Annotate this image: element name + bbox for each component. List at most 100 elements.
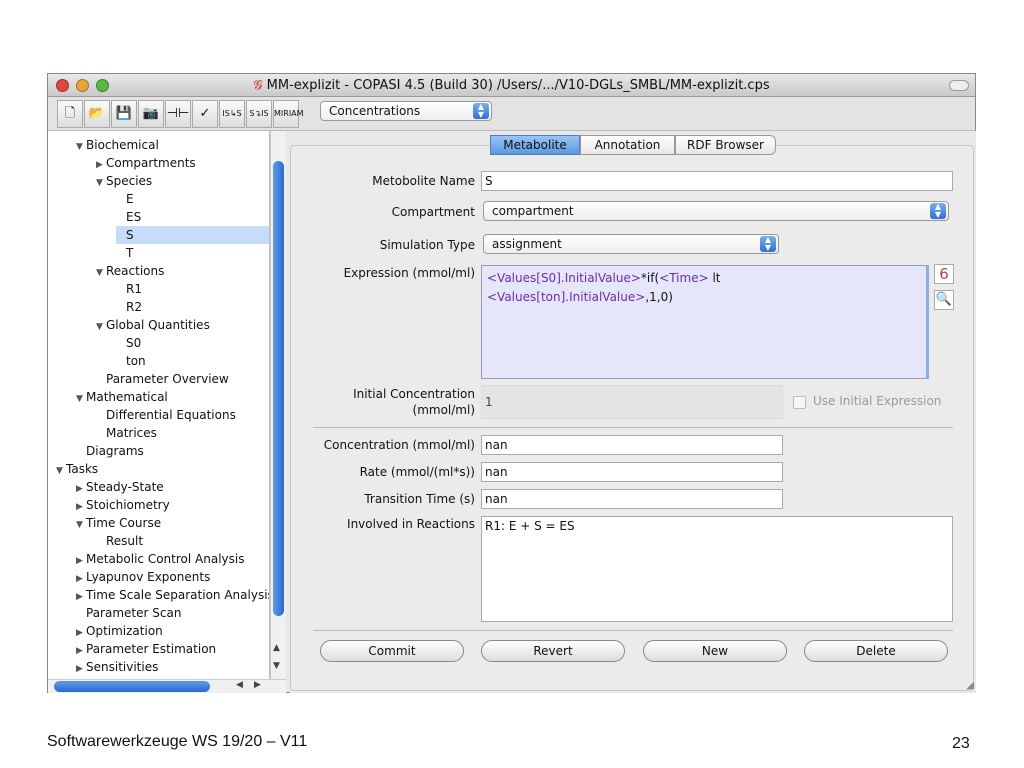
tree-item-label: T (126, 246, 134, 260)
tab-metabolite[interactable]: Metabolite (490, 135, 580, 155)
tree-item[interactable]: ▶ Stoichiometry (76, 496, 269, 514)
expr-token: <Values[S0].InitialValue> (487, 271, 641, 285)
tab-annotation[interactable]: Annotation (580, 135, 675, 155)
scroll-left-icon[interactable]: ◀ (236, 680, 243, 690)
is-to-s-icon[interactable]: IS↳S (219, 100, 245, 128)
tree-item[interactable]: ▶ Optimization (76, 622, 269, 640)
tree-item-label: Reactions (106, 264, 165, 278)
slide-footer: Softwarewerkzeuge WS 19/20 – V11 (47, 733, 308, 750)
new-file-icon[interactable]: 🗋 (57, 100, 83, 128)
slide-page-number: 23 (952, 735, 970, 752)
close-window-button[interactable] (56, 79, 69, 92)
zoom-window-button[interactable] (96, 79, 109, 92)
tree-item[interactable]: S0 (116, 334, 269, 352)
toolbar-toggle-button[interactable] (949, 80, 969, 91)
disclosure-down-icon[interactable]: ▼ (76, 516, 86, 534)
view-select-value: Concentrations (329, 104, 421, 118)
scroll-down-icon[interactable]: ▼ (273, 661, 280, 671)
tree-item[interactable]: Parameter Overview (96, 370, 269, 388)
tree-item[interactable]: ▼ Species (96, 172, 269, 192)
expr-token: <Values[ton].InitialValue> (487, 290, 646, 304)
tree-item-label: Matrices (106, 426, 157, 440)
miriam-icon[interactable]: MIRIAM (273, 100, 304, 128)
tree-item[interactable]: R2 (116, 298, 269, 316)
metabolite-name-label: Metobolite Name (372, 174, 475, 188)
concentration-input[interactable]: nan (481, 435, 783, 455)
magnifier-icon[interactable]: 🔍 (934, 290, 954, 310)
tree-item[interactable]: T (116, 244, 269, 262)
tree-item[interactable]: ▼ Tasks (56, 460, 269, 480)
disclosure-down-icon[interactable]: ▼ (96, 174, 106, 192)
tree-item[interactable]: ▼ Time Course (76, 514, 269, 534)
initial-concentration-input: 1 (481, 385, 783, 419)
tree-item[interactable]: ▼ Mathematical (76, 388, 269, 408)
select-arrows-icon: ▲ ▼ (760, 236, 776, 252)
tree-item-label: E (126, 192, 134, 206)
tree-item[interactable]: ▶ Lyapunov Exponents (76, 568, 269, 586)
rate-input[interactable]: nan (481, 462, 783, 482)
revert-button[interactable]: Revert (481, 640, 625, 662)
select-arrows-icon: ▲ ▼ (930, 203, 946, 219)
tree-item[interactable]: S (116, 226, 269, 244)
tree-item[interactable]: E (116, 190, 269, 208)
toolbar: 🗋 📂 💾 📷 ⊣⊢ ✓ IS↳S S↴IS MIRIAM Concentrations ▲ ▼ (48, 97, 975, 131)
tree-item[interactable]: ▶ Compartments (96, 154, 269, 172)
hscroll-thumb[interactable] (54, 681, 210, 692)
transition-time-input[interactable]: nan (481, 489, 783, 509)
expression-label: Expression (mmol/ml) (343, 266, 475, 280)
metabolite-name-input[interactable]: S (481, 171, 953, 191)
tree-item-label: Differential Equations (106, 408, 236, 422)
disclosure-down-icon[interactable]: ▼ (76, 390, 86, 408)
disclosure-right-icon[interactable]: ▶ (76, 660, 86, 678)
tree-item-label: Compartments (106, 156, 196, 170)
tree-item[interactable]: ton (116, 352, 269, 370)
expression-object-browser-icon[interactable]: 6 (934, 264, 954, 284)
open-folder-icon[interactable]: 📂 (84, 100, 110, 128)
initial-concentration-label: Initial Concentration (mmol/ml) (275, 386, 475, 418)
tree-item-label: ES (126, 210, 142, 224)
simulation-type-select[interactable]: assignment ▲ ▼ (483, 234, 779, 254)
tree-item[interactable]: ▼ Reactions (96, 262, 269, 282)
save-icon[interactable]: 💾 (111, 100, 137, 128)
view-select[interactable]: Concentrations ▲ ▼ (320, 101, 492, 121)
disclosure-down-icon[interactable]: ▼ (96, 318, 106, 336)
tree-horizontal-scrollbar[interactable]: ◀ ▶ (48, 679, 286, 693)
s-to-is-icon[interactable]: S↴IS (246, 100, 272, 128)
resize-grip-icon[interactable]: ◢ (966, 680, 974, 691)
circuit-icon[interactable]: ⊣⊢ (165, 100, 191, 128)
compartment-select[interactable]: compartment ▲ ▼ (483, 201, 949, 221)
tree-item[interactable]: Diagrams (76, 442, 269, 460)
minimize-window-button[interactable] (76, 79, 89, 92)
delete-button[interactable]: Delete (804, 640, 948, 662)
use-initial-expression-checkbox[interactable] (793, 396, 806, 409)
expression-editor[interactable]: <Values[S0].InitialValue>*if(<Time> lt <… (481, 265, 929, 379)
disclosure-down-icon[interactable]: ▼ (96, 264, 106, 282)
scroll-right-icon[interactable]: ▶ (254, 680, 261, 690)
tree-item[interactable]: ▶ Metabolic Control Analysis (76, 550, 269, 568)
tree-item[interactable]: Result (96, 532, 269, 550)
disclosure-down-icon[interactable]: ▼ (56, 462, 66, 480)
tree-item[interactable]: ▼ Global Quantities (96, 316, 269, 336)
check-icon[interactable]: ✓ (192, 100, 218, 128)
tree-item[interactable]: ▶ Sensitivities (76, 658, 269, 678)
window-title: MM-explizit - COPASI 4.5 (Build 30) /Use… (266, 78, 770, 93)
tree-item[interactable]: Parameter Scan (76, 604, 269, 622)
scroll-up-icon[interactable]: ▲ (273, 643, 280, 653)
tree-item[interactable]: Differential Equations (96, 406, 269, 424)
camera-icon[interactable]: 📷 (138, 100, 164, 128)
tree-item[interactable]: ▶ Time Scale Separation Analysis (76, 586, 269, 604)
tree-item-label: S (126, 228, 134, 242)
tree-item[interactable]: ▶ Steady-State (76, 478, 269, 496)
involved-reactions-list[interactable]: R1: E + S = ES (481, 516, 953, 622)
commit-button[interactable]: Commit (320, 640, 464, 662)
tree-item[interactable]: ES (116, 208, 269, 226)
tree-item[interactable]: R1 (116, 280, 269, 298)
tree-item[interactable]: Matrices (96, 424, 269, 442)
tree-item-label: Tasks (66, 462, 99, 476)
tree-item[interactable]: ▶ Parameter Estimation (76, 640, 269, 658)
tree-item-label: Biochemical (86, 138, 159, 152)
new-button[interactable]: New (643, 640, 787, 662)
tab-rdf-browser[interactable]: RDF Browser (675, 135, 776, 155)
tree-item[interactable]: ▼ Biochemical (76, 136, 269, 156)
disclosure-down-icon[interactable]: ▼ (76, 138, 86, 156)
